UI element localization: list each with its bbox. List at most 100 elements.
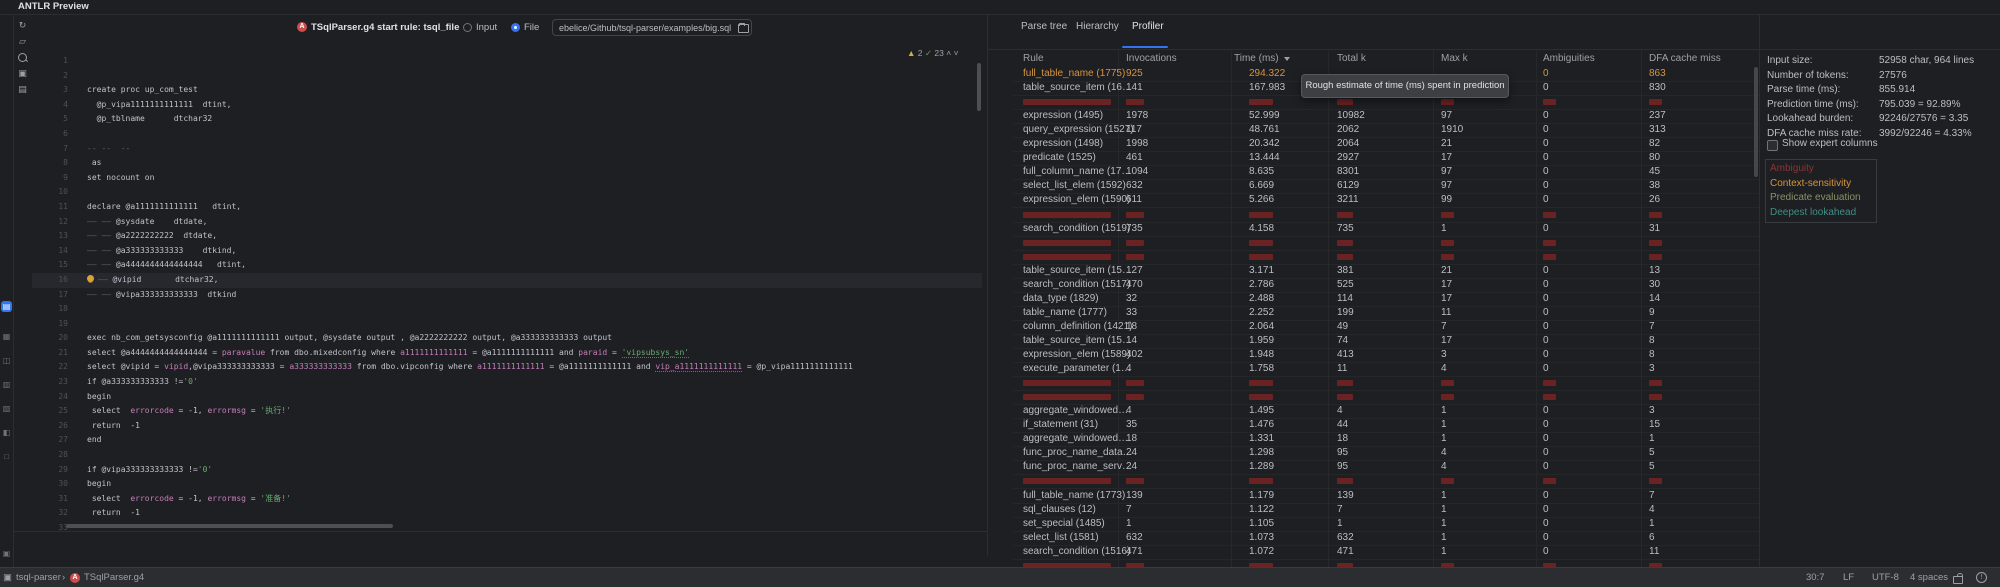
input-radio[interactable] (463, 23, 472, 32)
profiler-row[interactable]: search_condition (1517)4702.78652517030 (1013, 278, 1759, 293)
editor-horizontal-scrollbar[interactable] (66, 524, 393, 528)
editor-code-area[interactable]: create proc up_com_test @p_vipa111111111… (87, 54, 979, 536)
breadcrumb-file[interactable]: TSqlParser.g4 (84, 572, 144, 583)
profiler-row[interactable]: search_condition (1519)7354.1587351031 (1013, 222, 1759, 237)
code-line[interactable] (87, 54, 979, 69)
profiler-row[interactable]: table_source_item (15…141.959741708 (1013, 334, 1759, 349)
code-line[interactable]: if @a333333333333 !='0' (87, 375, 979, 390)
profiler-row[interactable]: select_list (1581)6321.073632106 (1013, 531, 1759, 546)
column-header-total-k[interactable]: Total k (1337, 53, 1366, 64)
status-item-3[interactable]: 4 spaces (1910, 572, 1948, 583)
toolwindow-button-3[interactable]: ▥ (1, 379, 12, 390)
profiler-row[interactable]: execute_parameter (1…41.75811403 (1013, 362, 1759, 377)
profiler-row[interactable]: query_expression (1527)11748.76120621910… (1013, 123, 1759, 138)
code-line[interactable] (87, 302, 979, 317)
toolwindow-button-1[interactable]: ▦ (1, 331, 12, 342)
code-line[interactable]: end (87, 433, 979, 448)
profiler-row[interactable] (1013, 376, 1759, 391)
code-line[interactable] (87, 448, 979, 463)
code-line[interactable]: as (87, 156, 979, 171)
highlight-icon[interactable]: ▣ (16, 67, 29, 80)
code-line[interactable]: return -1 (87, 506, 979, 521)
profiler-row[interactable]: full_column_name (17…10948.635830197045 (1013, 165, 1759, 180)
tab-profiler[interactable]: Profiler (1132, 21, 1164, 32)
code-line[interactable]: return -1 (87, 419, 979, 434)
code-line[interactable]: @p_vipa1111111111111 dtint, (87, 98, 979, 113)
code-line[interactable]: begin (87, 477, 979, 492)
profiler-scrollbar[interactable] (1754, 67, 1758, 177)
code-line[interactable]: set nocount on (87, 171, 979, 186)
profiler-row[interactable]: full_table_name (1773)1391.179139107 (1013, 489, 1759, 504)
search-icon[interactable] (18, 53, 27, 62)
column-header-max-k[interactable]: Max k (1441, 53, 1468, 64)
code-line[interactable]: -- -- -- (87, 142, 979, 157)
profiler-row[interactable]: func_proc_name_serv…241.28995405 (1013, 460, 1759, 475)
status-item-0[interactable]: 30:7 (1806, 572, 1825, 583)
file-path-input[interactable]: ebelice/Github/tsql-parser/examples/big.… (552, 19, 752, 36)
code-line[interactable]: exec nb_com_getsysconfig @a1111111111111… (87, 331, 979, 346)
status-item-1[interactable]: LF (1843, 572, 1854, 583)
profiler-row[interactable]: expression (1498)199820.342206421082 (1013, 137, 1759, 152)
code-line[interactable]: —— —— @a2222222222 dtdate, (87, 229, 979, 244)
column-header-ambiguities[interactable]: Ambiguities (1543, 53, 1595, 64)
profiler-row[interactable]: func_proc_name_data…241.29895405 (1013, 446, 1759, 461)
code-line[interactable]: @p_tblname dtchar32 (87, 112, 979, 127)
profiler-row[interactable]: table_name (1777)332.2521991109 (1013, 306, 1759, 321)
code-line[interactable] (87, 185, 979, 200)
profiler-row[interactable]: predicate (1525)46113.444292717080 (1013, 151, 1759, 166)
code-line[interactable]: —— —— @vipa333333333333 dtkind (87, 288, 979, 303)
profiler-row[interactable] (1013, 208, 1759, 223)
code-line[interactable]: begin (87, 390, 979, 405)
breadcrumb-project[interactable]: tsql-parser (16, 572, 61, 583)
code-line[interactable]: select @vipid = vipid,@vipa333333333333 … (87, 360, 979, 375)
toolwindow-button-4[interactable]: ▧ (1, 403, 12, 414)
code-line[interactable]: —— —— @a333333333333 dtkind, (87, 244, 979, 259)
tab-parse-tree[interactable]: Parse tree (1021, 21, 1067, 32)
settings-icon[interactable]: ▤ (16, 83, 29, 96)
code-line[interactable]: —— —— @sysdate dtdate, (87, 215, 979, 230)
profiler-row[interactable]: column_definition (1421)182.06449707 (1013, 320, 1759, 335)
profiler-row[interactable]: sql_clauses (12)71.1227104 (1013, 503, 1759, 518)
status-item-2[interactable]: UTF-8 (1872, 572, 1899, 583)
profiler-row[interactable]: if_statement (31)351.476441015 (1013, 418, 1759, 433)
column-header-invocations[interactable]: Invocations (1126, 53, 1177, 64)
tab-hierarchy[interactable]: Hierarchy (1076, 21, 1119, 32)
column-header-rule[interactable]: Rule (1023, 53, 1044, 64)
editor-vertical-scrollbar[interactable] (977, 63, 981, 111)
notifications-icon[interactable]: ! (1976, 572, 1987, 583)
column-header-time-ms-[interactable]: Time (ms) (1234, 53, 1290, 64)
profiler-row[interactable]: search_condition (1516)4711.0724711011 (1013, 545, 1759, 560)
profiler-row[interactable]: set_special (1485)11.1051101 (1013, 517, 1759, 532)
profiler-row[interactable]: table_source_item (15…1273.17138121013 (1013, 264, 1759, 279)
profiler-row[interactable] (1013, 236, 1759, 251)
input-radio-label[interactable]: Input (476, 22, 497, 33)
column-header-dfa-cache-miss[interactable]: DFA cache miss (1649, 53, 1721, 64)
antlr-preview-toolwindow-button[interactable]: ▤ (1, 301, 12, 312)
folder-icon[interactable] (738, 24, 749, 33)
profiler-row[interactable]: select_list_elem (1592)6326.669612997038 (1013, 179, 1759, 194)
code-line[interactable] (87, 317, 979, 332)
profiler-row[interactable] (1013, 250, 1759, 265)
file-radio[interactable] (511, 23, 520, 32)
show-expert-columns-checkbox[interactable] (1767, 140, 1778, 151)
toolwindow-button-5[interactable]: ◧ (1, 427, 12, 438)
profiler-row[interactable] (1013, 474, 1759, 489)
code-line[interactable]: select errorcode = -1, errormsg = '执行!' (87, 404, 979, 419)
code-line[interactable] (87, 127, 979, 142)
code-line[interactable]: select errorcode = -1, errormsg = '准备!' (87, 492, 979, 507)
toolwindow-button-6[interactable]: □ (1, 451, 12, 462)
toolwindow-button-2[interactable]: ◫ (1, 355, 12, 366)
profiler-row[interactable]: expression (1495)197852.99910982970237 (1013, 109, 1759, 124)
profiler-row[interactable]: data_type (1829)322.48811417014 (1013, 292, 1759, 307)
file-radio-label[interactable]: File (524, 22, 539, 33)
code-line[interactable]: create proc up_com_test (87, 83, 979, 98)
code-line[interactable]: —— —— @a4444444444444444 dtint, (87, 258, 979, 273)
profiler-row[interactable] (1013, 559, 1759, 567)
code-line[interactable]: —— @vipid dtchar32, (87, 273, 979, 288)
unlock-icon[interactable] (1953, 576, 1963, 584)
profiler-row[interactable]: aggregate_windowed…181.33118101 (1013, 432, 1759, 447)
toolwindow-button-terminal[interactable]: ▣ (1, 548, 12, 559)
intention-bulb-icon[interactable] (87, 275, 94, 282)
status-terminal-icon[interactable]: ▣ (3, 572, 12, 583)
profiler-row[interactable]: expression_elem (1590)6115.266321199026 (1013, 193, 1759, 208)
